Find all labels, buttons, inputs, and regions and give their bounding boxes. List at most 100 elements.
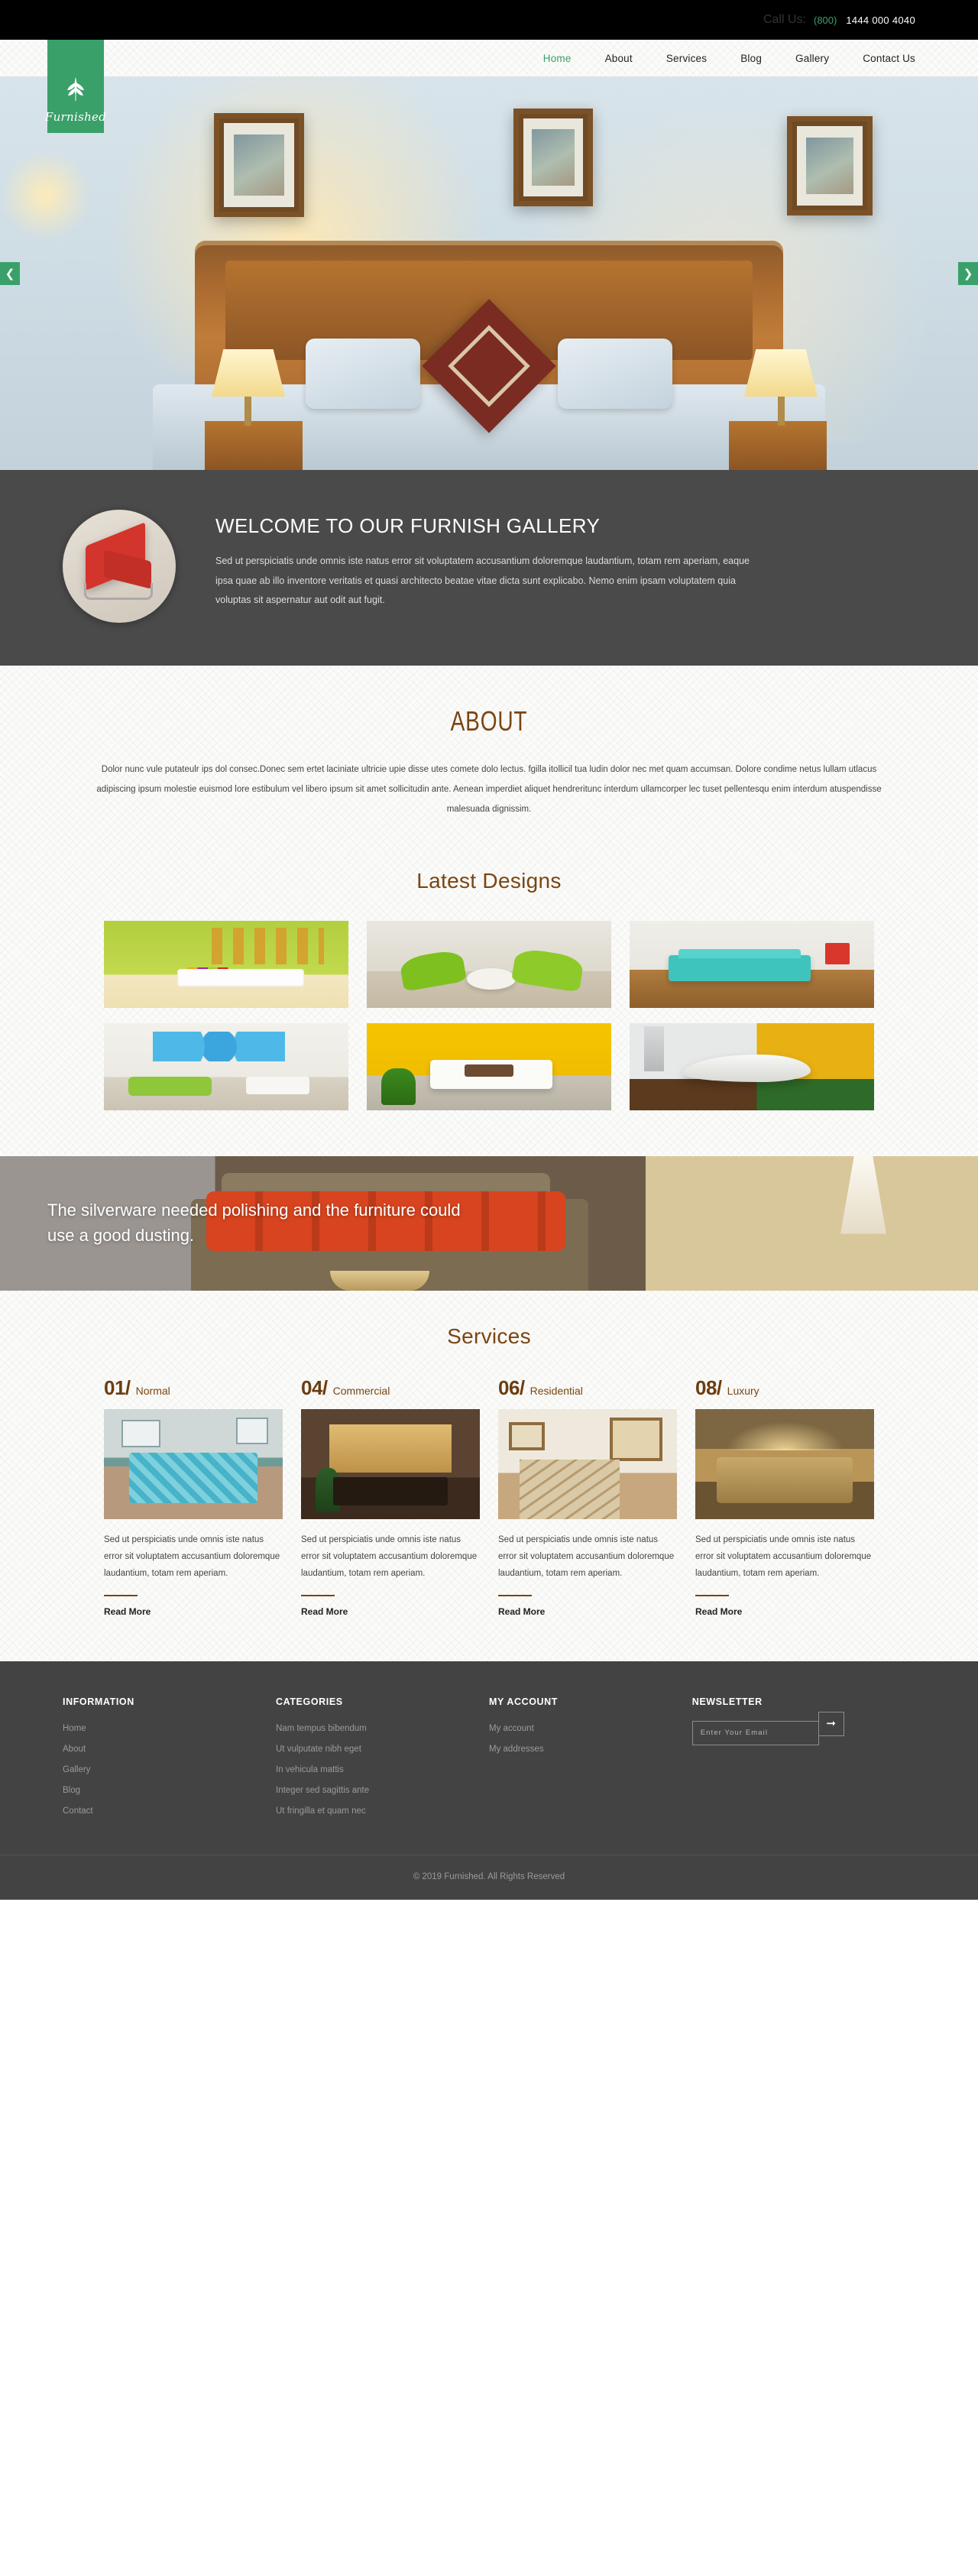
- about-text: Dolor nunc vule putateulr ips dol consec…: [96, 765, 882, 814]
- call-us-label: Call Us:: [763, 13, 806, 26]
- footer-link-my-account[interactable]: My account: [489, 1724, 534, 1733]
- footer-link-contact[interactable]: Contact: [63, 1806, 93, 1816]
- services-section: Services 01/ Normal Sed ut perspiciatis …: [0, 1291, 978, 1661]
- newsletter-form: ➞: [691, 1711, 915, 1745]
- service-heading: 04/ Commercial: [301, 1376, 480, 1400]
- read-more-link[interactable]: Read More: [498, 1606, 545, 1617]
- divider: [104, 1594, 138, 1596]
- service-text: Sed ut perspiciatis unde omnis iste natu…: [498, 1534, 675, 1579]
- divider: [498, 1594, 532, 1596]
- about-section: ABOUT Dolor nunc vule putateulr ips dol …: [0, 666, 978, 852]
- nav-item-blog[interactable]: Blog: [740, 53, 762, 64]
- footer-link-home[interactable]: Home: [63, 1724, 86, 1733]
- service-name: Luxury: [727, 1384, 759, 1397]
- list-item: Ut vulputate nibh eget: [276, 1742, 489, 1755]
- welcome-text: Sed ut perspiciatis unde omnis iste natu…: [215, 556, 750, 606]
- list-item: Nam tempus bibendum: [276, 1721, 489, 1735]
- footer-column-categories: CATEGORIES Nam tempus bibendum Ut vulput…: [276, 1696, 489, 1824]
- service-name: Commercial: [332, 1384, 390, 1397]
- footer-category-link[interactable]: Nam tempus bibendum: [276, 1724, 367, 1733]
- footer-link-about[interactable]: About: [63, 1745, 86, 1754]
- service-number: 04/: [301, 1375, 328, 1399]
- footer-link-gallery[interactable]: Gallery: [63, 1765, 90, 1774]
- nav-item-home[interactable]: Home: [543, 53, 572, 64]
- list-item: Contact: [63, 1803, 276, 1817]
- service-card: 01/ Normal Sed ut perspiciatis unde omni…: [104, 1376, 283, 1619]
- footer-link-my-addresses[interactable]: My addresses: [489, 1745, 544, 1754]
- design-tile[interactable]: [104, 920, 348, 1008]
- hero-slider: ❮ ❯: [0, 76, 978, 470]
- design-tile[interactable]: [104, 1022, 348, 1110]
- service-heading: 06/ Residential: [498, 1376, 677, 1400]
- service-card: 06/ Residential Sed ut perspiciatis unde…: [498, 1376, 677, 1619]
- quote-text: The silverware needed polishing and the …: [47, 1201, 461, 1245]
- read-more-link[interactable]: Read More: [695, 1606, 742, 1617]
- divider: [695, 1594, 729, 1596]
- footer-category-link[interactable]: Integer sed sagittis ante: [276, 1786, 369, 1795]
- service-heading: 08/ Luxury: [695, 1376, 874, 1400]
- list-item: Ut fringilla et quam nec: [276, 1803, 489, 1817]
- newsletter-email-input[interactable]: [691, 1720, 819, 1745]
- list-item: Integer sed sagittis ante: [276, 1783, 489, 1797]
- design-tile[interactable]: [630, 920, 874, 1008]
- hero-image: [0, 76, 978, 470]
- nav-item-about[interactable]: About: [605, 53, 633, 64]
- leaf-icon: [64, 76, 87, 107]
- phone-area-code: (800): [813, 14, 837, 26]
- design-tile[interactable]: [367, 920, 611, 1008]
- nav-item-gallery[interactable]: Gallery: [795, 53, 829, 64]
- welcome-image: [63, 510, 176, 623]
- footer-category-link[interactable]: Ut vulputate nibh eget: [276, 1745, 361, 1754]
- service-card: 04/ Commercial Sed ut perspiciatis unde …: [301, 1376, 480, 1619]
- footer-title-information: INFORMATION: [63, 1696, 134, 1707]
- footer-title-my-account: MY ACCOUNT: [489, 1696, 559, 1707]
- footer-column-newsletter: NEWSLETTER ➞: [691, 1696, 915, 1824]
- top-bar: Call Us: (800) 1444 000 4040: [0, 0, 978, 40]
- chevron-right-icon[interactable]: ❯: [958, 261, 978, 285]
- service-image[interactable]: [301, 1408, 480, 1519]
- footer-category-link[interactable]: Ut fringilla et quam nec: [276, 1806, 366, 1816]
- list-item: Gallery: [63, 1762, 276, 1776]
- service-image[interactable]: [104, 1408, 283, 1519]
- list-item: About: [63, 1742, 276, 1755]
- service-heading: 01/ Normal: [104, 1376, 283, 1400]
- latest-designs-title: Latest Designs: [416, 868, 562, 893]
- main-navigation-bar: Furnished Home About Services Blog Galle…: [0, 40, 978, 133]
- welcome-section: WELCOME TO OUR FURNISH GALLERY Sed ut pe…: [0, 470, 978, 666]
- footer-title-categories: CATEGORIES: [276, 1696, 343, 1707]
- service-name: Residential: [529, 1384, 583, 1397]
- site-footer: INFORMATION Home About Gallery Blog Cont…: [0, 1661, 978, 1855]
- list-item: In vehicula mattis: [276, 1762, 489, 1776]
- service-image[interactable]: [695, 1408, 874, 1519]
- service-text: Sed ut perspiciatis unde omnis iste natu…: [695, 1534, 872, 1579]
- list-item: My account: [489, 1721, 692, 1735]
- copyright-bar: © 2019 Furnished. All Rights Reserved: [0, 1854, 978, 1900]
- service-image[interactable]: [498, 1408, 677, 1519]
- read-more-link[interactable]: Read More: [301, 1606, 348, 1617]
- services-title: Services: [447, 1324, 531, 1348]
- nav-item-services[interactable]: Services: [666, 53, 707, 64]
- footer-column-my-account: MY ACCOUNT My account My addresses: [489, 1696, 692, 1824]
- copyright-text: © 2019 Furnished. All Rights Reserved: [413, 1871, 565, 1881]
- about-title: ABOUT: [450, 705, 528, 737]
- services-grid: 01/ Normal Sed ut perspiciatis unde omni…: [104, 1376, 874, 1619]
- design-tile[interactable]: [630, 1022, 874, 1110]
- chevron-left-icon[interactable]: ❮: [0, 261, 20, 285]
- design-tile[interactable]: [367, 1022, 611, 1110]
- quote-banner: The silverware needed polishing and the …: [0, 1155, 978, 1291]
- latest-designs-section: Latest Designs: [0, 852, 978, 1156]
- read-more-link[interactable]: Read More: [104, 1606, 151, 1617]
- list-item: Home: [63, 1721, 276, 1735]
- service-number: 01/: [104, 1375, 131, 1399]
- list-item: Blog: [63, 1783, 276, 1797]
- logo-text: Furnished: [44, 110, 107, 124]
- service-number: 06/: [498, 1375, 525, 1399]
- footer-category-link[interactable]: In vehicula mattis: [276, 1765, 344, 1774]
- service-name: Normal: [135, 1384, 170, 1397]
- footer-link-blog[interactable]: Blog: [63, 1786, 80, 1795]
- footer-title-newsletter: NEWSLETTER: [691, 1696, 763, 1707]
- service-card: 08/ Luxury Sed ut perspiciatis unde omni…: [695, 1376, 874, 1619]
- arrow-right-icon[interactable]: ➞: [818, 1711, 844, 1736]
- nav-item-contact-us[interactable]: Contact Us: [863, 53, 915, 64]
- site-logo[interactable]: Furnished: [44, 40, 107, 133]
